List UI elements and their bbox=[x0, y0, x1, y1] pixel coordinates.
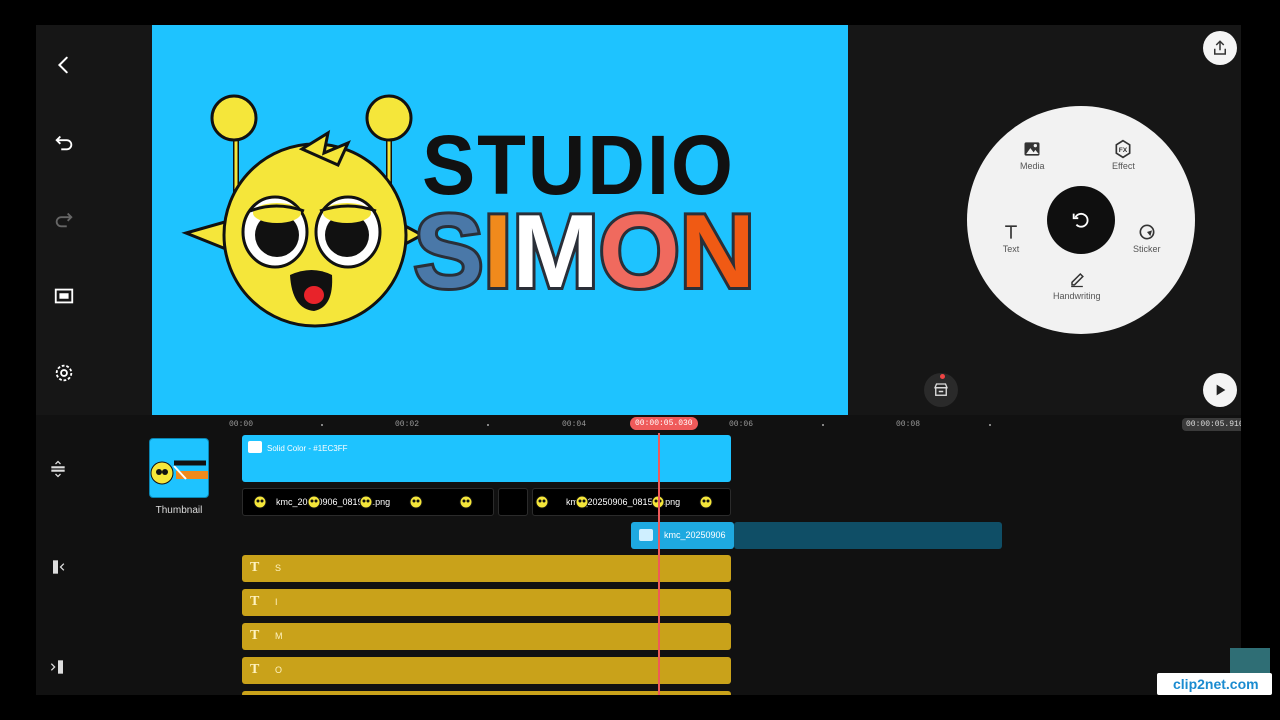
thumbnail-label: Thumbnail bbox=[155, 505, 203, 516]
video-preview[interactable]: STUDIO SIMON bbox=[152, 25, 848, 415]
sticker-label: Sticker bbox=[1133, 244, 1161, 254]
effect-label: Effect bbox=[1112, 161, 1135, 171]
text-layer-icon: T bbox=[250, 594, 260, 609]
back-icon bbox=[57, 56, 68, 74]
playhead[interactable] bbox=[658, 433, 660, 695]
tick-dot bbox=[822, 424, 824, 426]
play-icon bbox=[1216, 384, 1226, 396]
logo-letter: N bbox=[677, 191, 758, 313]
text-layer-icon: T bbox=[250, 628, 260, 643]
fx-badge-text: FX bbox=[1119, 147, 1128, 154]
redo-icon bbox=[55, 212, 73, 228]
emoji-marker bbox=[359, 495, 373, 509]
solid-color-label: Solid Color - #1EC3FF bbox=[267, 444, 348, 453]
emoji-marker bbox=[409, 495, 423, 509]
text-layer-icon: T bbox=[250, 560, 260, 575]
pen-icon bbox=[1070, 272, 1084, 288]
layers-icon bbox=[51, 460, 65, 478]
paint-bucket-icon bbox=[248, 441, 262, 453]
media-label: Media bbox=[1020, 161, 1045, 171]
fullscreen-button[interactable] bbox=[44, 276, 84, 316]
time-tick: 00:08 bbox=[896, 420, 921, 429]
project-thumbnail[interactable] bbox=[149, 438, 209, 498]
logo-letter: O bbox=[596, 191, 683, 313]
overlay-clip-tail[interactable] bbox=[734, 522, 1002, 549]
undo-icon bbox=[55, 135, 73, 151]
tick-dot bbox=[321, 424, 323, 426]
emoji-marker bbox=[535, 495, 549, 509]
text-layer-label: I bbox=[275, 597, 278, 607]
text-icon bbox=[1005, 225, 1017, 239]
emoji-marker bbox=[699, 495, 713, 509]
text-label: Text bbox=[1002, 244, 1020, 254]
handwriting-layer-button[interactable]: Handwriting bbox=[1053, 269, 1101, 301]
logo-letter: S bbox=[411, 191, 486, 313]
tick-dot bbox=[487, 424, 489, 426]
sticker-icon bbox=[1139, 224, 1155, 240]
share-icon bbox=[1214, 40, 1226, 55]
add-layer-radial-menu: Media FX Effect Text Sticker Handwriting bbox=[967, 106, 1195, 334]
watermark-text: clip2net.com bbox=[1173, 676, 1259, 692]
rotate-icon bbox=[1072, 212, 1089, 228]
play-button[interactable] bbox=[1203, 373, 1237, 407]
logo-letter: I bbox=[480, 191, 515, 313]
trim-end-icon bbox=[50, 660, 63, 674]
gear-icon bbox=[55, 364, 73, 382]
time-tick: 00:00 bbox=[229, 420, 254, 429]
radial-center-button[interactable] bbox=[1047, 186, 1115, 254]
watermark-logo bbox=[1230, 648, 1270, 674]
track-toggle-button[interactable] bbox=[44, 455, 72, 483]
time-tick: 00:04 bbox=[562, 420, 587, 429]
text-layer-label: S bbox=[275, 563, 282, 573]
overlay-clip-label: kmc_20250906 bbox=[664, 530, 726, 540]
timeline[interactable]: 00:00 00:02 00:04 00:06 00:08 00:00:05.0… bbox=[36, 415, 1241, 695]
back-button[interactable] bbox=[44, 45, 84, 85]
settings-button[interactable] bbox=[44, 353, 84, 393]
time-tick: 00:06 bbox=[729, 420, 754, 429]
app-frame: STUDIO SIMON Media FX Effect Text Sticke… bbox=[0, 0, 1280, 720]
text-layer-icon: T bbox=[250, 662, 260, 677]
store-icon bbox=[934, 383, 948, 396]
emoji-marker bbox=[307, 495, 321, 509]
share-button[interactable] bbox=[1203, 31, 1237, 65]
thumbnail-image bbox=[150, 455, 208, 485]
logo-simon-text: SIMON bbox=[411, 191, 758, 313]
emoji-marker bbox=[459, 495, 473, 509]
text-layer-label: O bbox=[275, 665, 283, 675]
handwriting-label: Handwriting bbox=[1053, 291, 1101, 301]
tick-dot bbox=[989, 424, 991, 426]
trim-start-icon bbox=[53, 560, 65, 574]
text-layer-button[interactable]: Text bbox=[1001, 222, 1021, 254]
logo-letter: M bbox=[509, 191, 602, 313]
trim-start-button[interactable] bbox=[44, 553, 72, 581]
current-time-badge: 00:00:05.030 bbox=[630, 417, 698, 430]
undo-button[interactable] bbox=[44, 122, 84, 162]
image-icon bbox=[639, 529, 653, 541]
text-layer-label: M bbox=[275, 631, 283, 641]
emoji-marker bbox=[253, 495, 267, 509]
time-tick: 00:02 bbox=[395, 420, 420, 429]
trim-end-button[interactable] bbox=[44, 653, 72, 681]
media-icon bbox=[1024, 142, 1040, 156]
redo-button[interactable] bbox=[44, 199, 84, 239]
overlay-clip-selected[interactable]: kmc_20250906 bbox=[631, 522, 734, 549]
sticker-layer-button[interactable]: Sticker bbox=[1133, 222, 1161, 254]
fx-icon: FX bbox=[1115, 139, 1131, 159]
editor-screen: STUDIO SIMON Media FX Effect Text Sticke… bbox=[36, 25, 1241, 695]
emoji-marker bbox=[575, 495, 589, 509]
fullscreen-icon bbox=[54, 288, 74, 304]
total-time-badge: 00:00:05.916 bbox=[1182, 418, 1241, 431]
effect-layer-button[interactable]: FX Effect bbox=[1112, 139, 1135, 171]
notification-dot bbox=[940, 374, 945, 379]
media-layer-button[interactable]: Media bbox=[1020, 139, 1045, 171]
